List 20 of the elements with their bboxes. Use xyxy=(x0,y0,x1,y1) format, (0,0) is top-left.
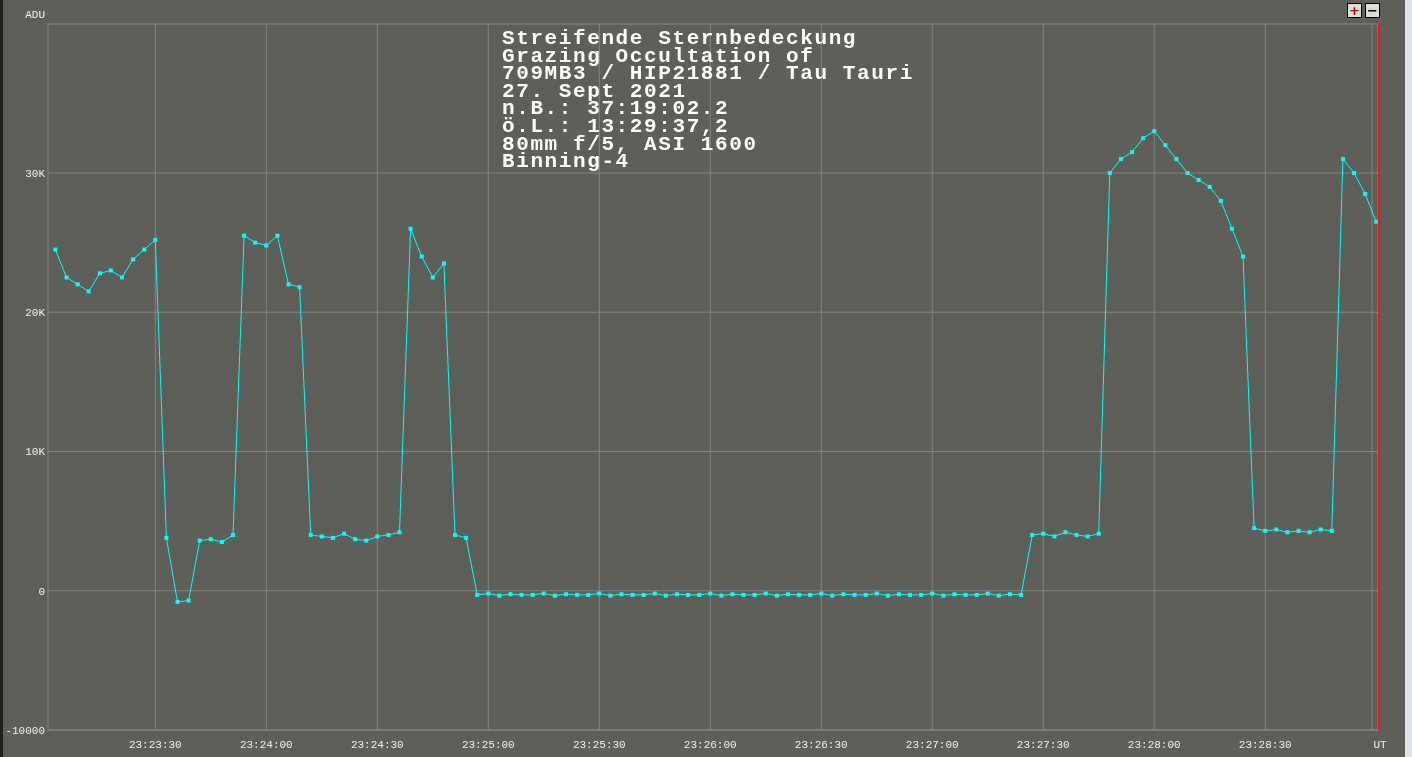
y-tick-label: -10000 xyxy=(5,725,45,737)
x-tick-label: 23:23:30 xyxy=(128,739,182,751)
x-tick-label: 23:26:00 xyxy=(683,739,737,751)
y-tick-label: 20K xyxy=(25,307,45,320)
x-tick-label: 23:25:00 xyxy=(461,739,515,751)
y-axis-label: ADU xyxy=(25,9,45,21)
zoom-out-button[interactable]: − xyxy=(1365,3,1380,18)
x-tick-label: 23:27:30 xyxy=(1016,739,1070,751)
x-tick-label: 23:25:30 xyxy=(572,739,626,751)
x-axis-label: UT xyxy=(1373,739,1387,751)
x-tick-label: 23:24:00 xyxy=(239,739,293,751)
zoom-in-button[interactable]: + xyxy=(1347,3,1362,18)
x-tick-label: 23:24:30 xyxy=(350,739,404,751)
y-tick-label: 30K xyxy=(25,168,45,180)
x-tick-label: 23:28:30 xyxy=(1238,739,1292,751)
x-tick-label: 23:26:30 xyxy=(794,739,848,751)
y-tick-label: 10K xyxy=(25,446,45,459)
x-tick-label: 23:27:00 xyxy=(905,739,959,751)
y-tick-label: 0 xyxy=(38,585,45,598)
x-tick-label: 23:28:00 xyxy=(1127,739,1181,751)
